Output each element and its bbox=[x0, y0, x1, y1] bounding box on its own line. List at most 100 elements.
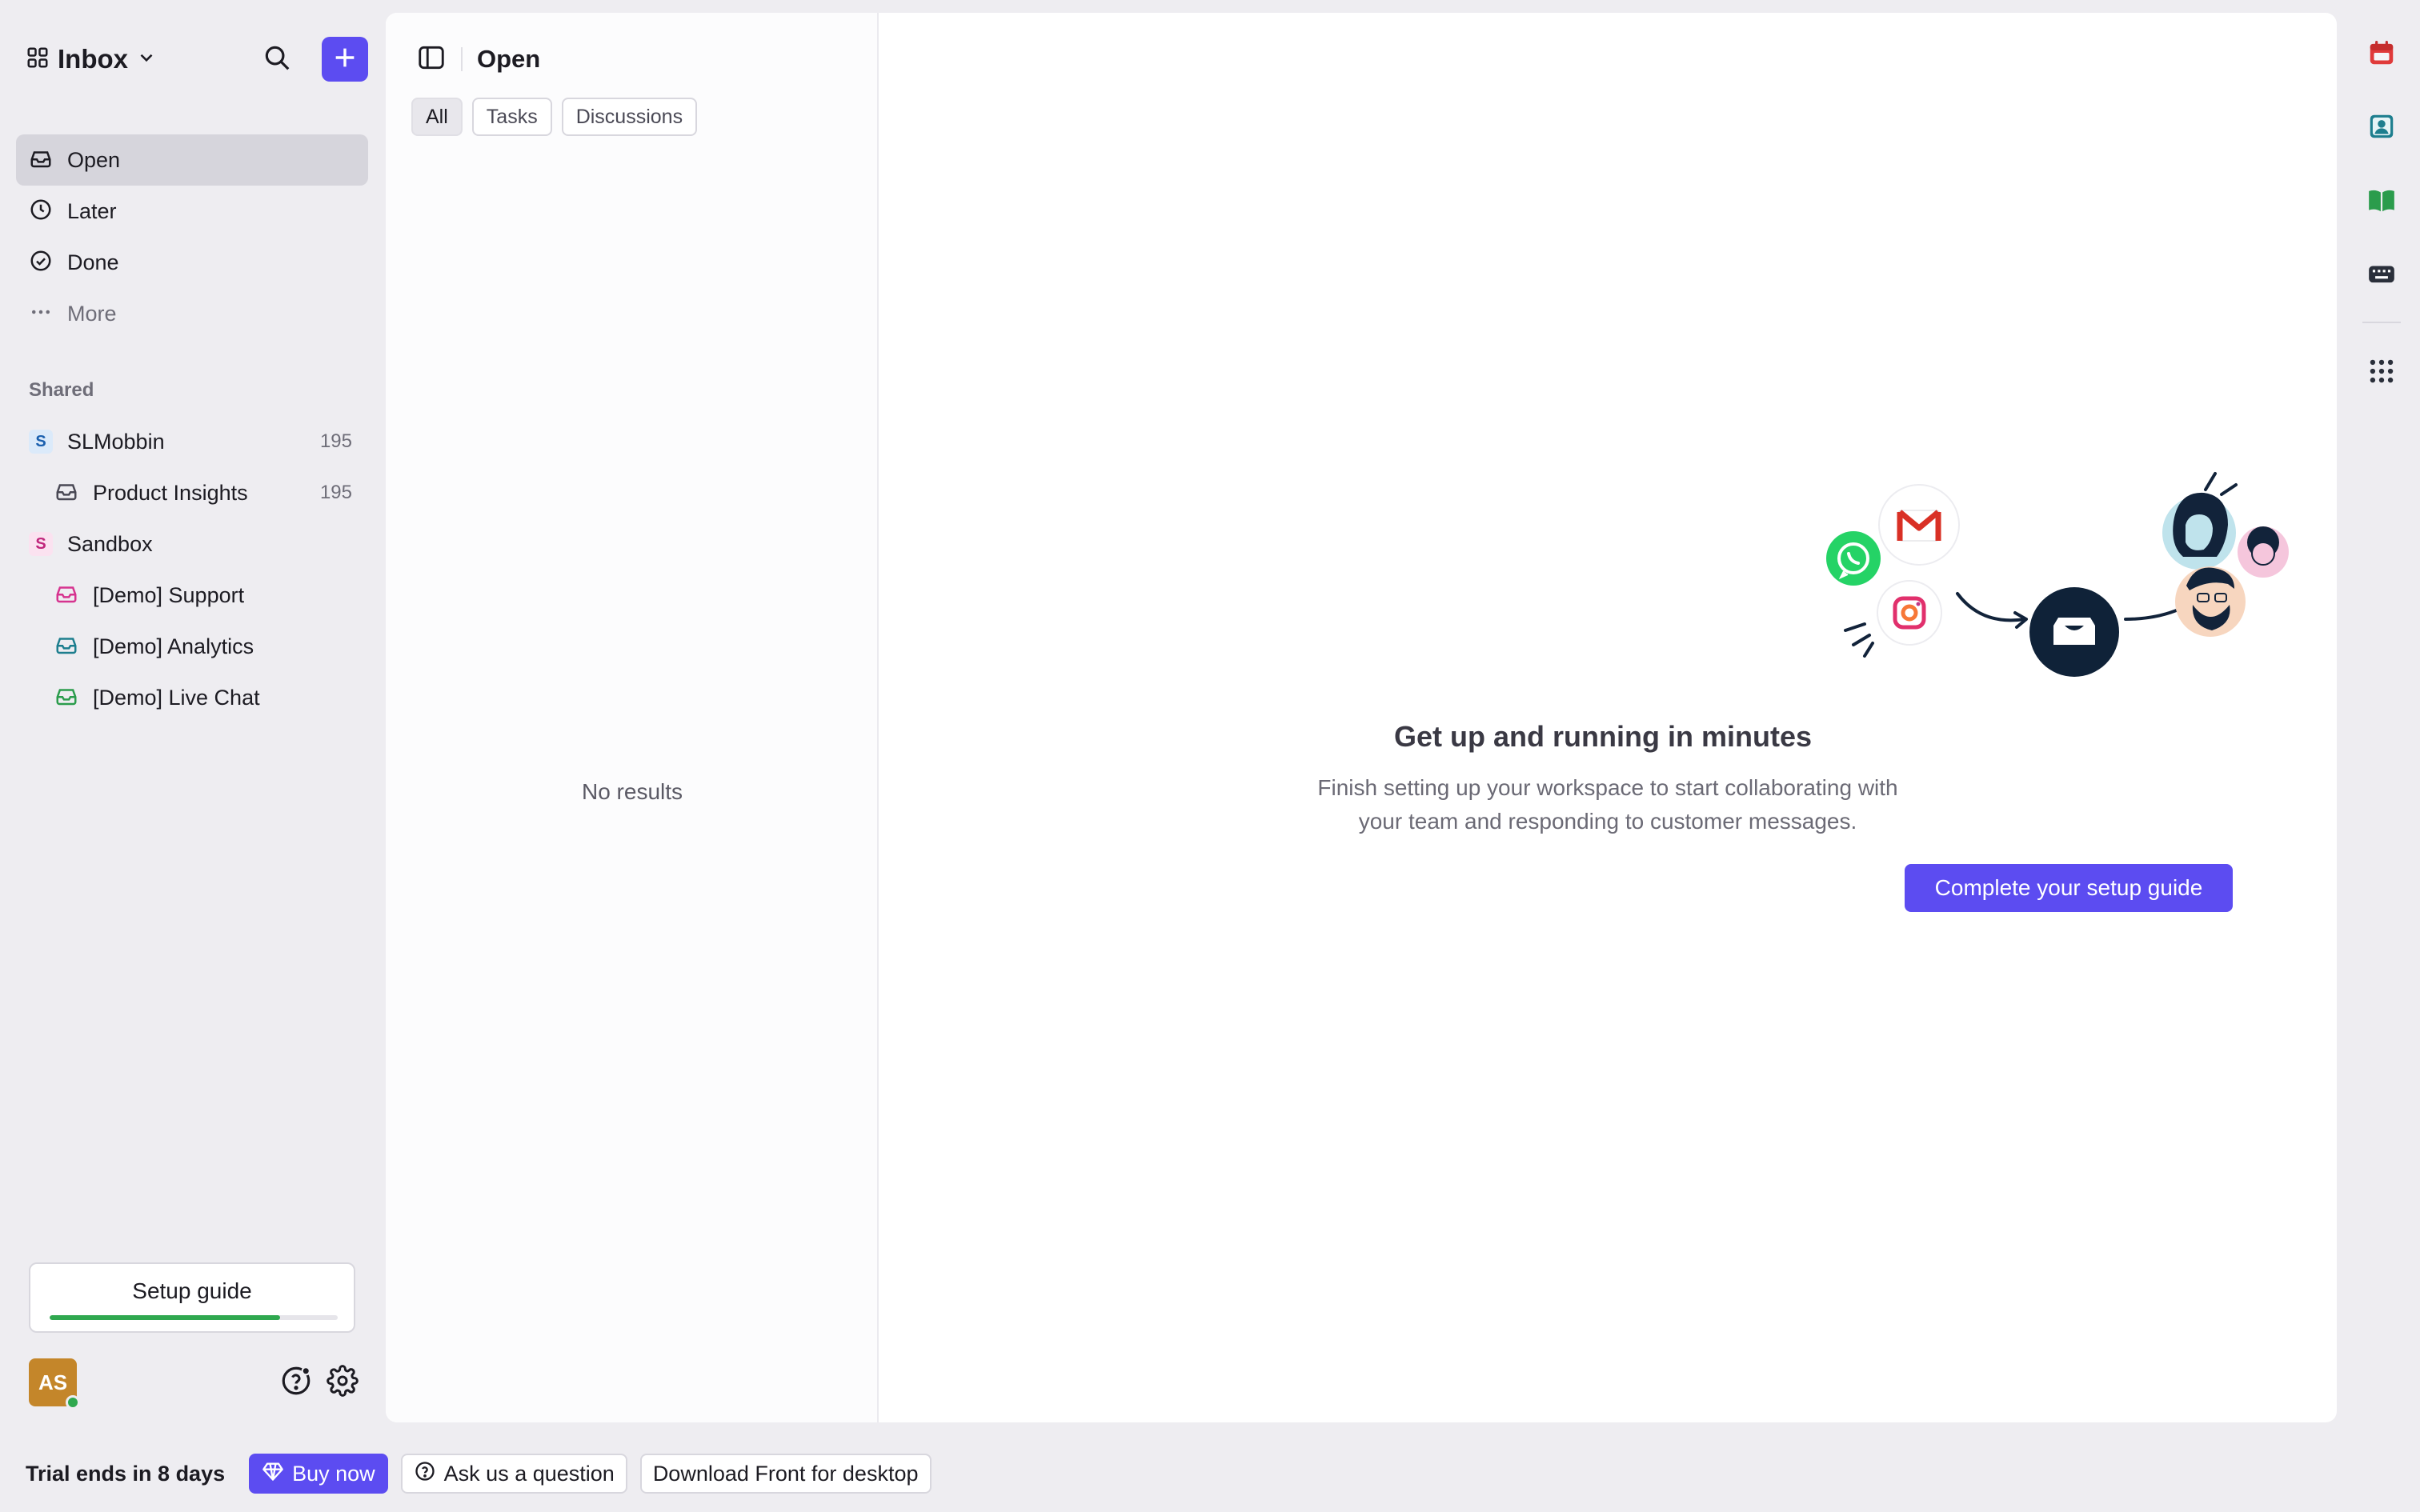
unread-count: 195 bbox=[319, 430, 352, 452]
workspace-badge: S bbox=[29, 532, 53, 556]
filter-tabs: All Tasks Discussions bbox=[411, 98, 698, 136]
sidebar-item-label: Done bbox=[67, 250, 119, 274]
shared-heading: Shared bbox=[29, 379, 94, 401]
setup-guide-card[interactable]: Setup guide bbox=[29, 1262, 355, 1333]
avatar[interactable]: AS bbox=[29, 1358, 80, 1410]
sidebar-item-open[interactable]: Open bbox=[16, 134, 368, 186]
tab-tasks[interactable]: Tasks bbox=[471, 98, 552, 136]
sidebar-header: Inbox bbox=[26, 37, 370, 82]
help-icon bbox=[414, 1460, 436, 1488]
complete-setup-guide-button[interactable]: Complete your setup guide bbox=[1905, 864, 2233, 912]
ellipsis-icon bbox=[29, 300, 53, 328]
whatsapp-icon bbox=[1826, 531, 1881, 586]
search-icon bbox=[262, 42, 292, 77]
settings-button[interactable] bbox=[323, 1363, 362, 1402]
inbox-tray-icon bbox=[54, 582, 78, 610]
toggle-sidebar-button[interactable] bbox=[416, 42, 447, 77]
keyboard-shortcuts-button[interactable] bbox=[2359, 253, 2404, 298]
shared-inboxes: S SLMobbin 195 Product Insights 195 S Sa… bbox=[16, 416, 368, 723]
onboarding-illustration bbox=[1826, 472, 2289, 677]
knowledge-base-button[interactable] bbox=[2359, 179, 2404, 224]
page-title: Open bbox=[477, 45, 541, 73]
person-avatar-2 bbox=[2238, 526, 2289, 578]
compose-button[interactable] bbox=[322, 37, 368, 82]
sidebar-item-label: [Demo] Live Chat bbox=[93, 685, 260, 710]
tab-discussions[interactable]: Discussions bbox=[561, 98, 698, 136]
empty-state-description: Finish setting up your workspace to star… bbox=[879, 771, 2337, 838]
sidebar-item-label: [Demo] Support bbox=[93, 582, 245, 607]
sidebar-item-label: SLMobbin bbox=[67, 429, 165, 454]
plus-icon bbox=[331, 44, 359, 75]
download-desktop-button[interactable]: Download Front for desktop bbox=[639, 1454, 932, 1494]
sidebar-item-demo-analytics[interactable]: [Demo] Analytics bbox=[16, 621, 368, 672]
conversation-list-pane: Open All Tasks Discussions No results bbox=[386, 13, 879, 1422]
apps-grid-icon bbox=[2366, 356, 2397, 390]
online-status-dot bbox=[66, 1395, 80, 1410]
sidebar-item-sandbox[interactable]: S Sandbox bbox=[16, 518, 368, 570]
right-rail bbox=[2359, 32, 2404, 424]
front-logo-icon bbox=[2029, 587, 2119, 677]
sidebar-item-label: Later bbox=[67, 198, 117, 223]
buy-now-button[interactable]: Buy now bbox=[249, 1454, 388, 1494]
book-icon bbox=[2366, 185, 2397, 219]
download-desktop-label: Download Front for desktop bbox=[652, 1461, 919, 1486]
inbox-tray-icon bbox=[54, 684, 78, 712]
sidebar-item-product-insights[interactable]: Product Insights 195 bbox=[16, 467, 368, 518]
list-header: Open bbox=[416, 37, 540, 82]
front-app: Inbox Open Later Done More Shared S SLMo… bbox=[0, 0, 2420, 1512]
inbox-switcher-label: Inbox bbox=[58, 44, 128, 74]
sidebar-item-slmobbin[interactable]: S SLMobbin 195 bbox=[16, 416, 368, 467]
unread-count: 195 bbox=[319, 482, 352, 503]
setup-progress-fill bbox=[50, 1315, 280, 1320]
empty-state-description-line: Finish setting up your workspace to star… bbox=[1317, 775, 1898, 800]
arrow-in-icon bbox=[1956, 592, 2026, 622]
sidebar-item-label: Open bbox=[67, 147, 121, 172]
main-panel: Open All Tasks Discussions No results Ge… bbox=[386, 13, 2337, 1422]
empty-state-description-line: your team and responding to customer mes… bbox=[1358, 809, 1857, 834]
setup-guide-label: Setup guide bbox=[132, 1278, 252, 1303]
buy-now-label: Buy now bbox=[292, 1461, 375, 1486]
inbox-switcher[interactable]: Inbox bbox=[26, 37, 157, 82]
calendar-icon bbox=[2366, 38, 2397, 72]
setup-progress-bar bbox=[50, 1315, 338, 1320]
sidebar-item-more[interactable]: More bbox=[16, 288, 368, 339]
check-circle-icon bbox=[29, 249, 53, 277]
sidebar-toggle-icon bbox=[416, 46, 447, 76]
ask-question-button[interactable]: Ask us a question bbox=[400, 1454, 627, 1494]
inbox-tray-icon bbox=[54, 479, 78, 507]
grid-icon bbox=[26, 46, 50, 74]
sidebar-item-label: Product Insights bbox=[93, 480, 248, 505]
calendar-button[interactable] bbox=[2359, 32, 2404, 77]
sidebar: Inbox Open Later Done More Shared S SLMo… bbox=[0, 0, 383, 1440]
sidebar-item-demo-live-chat[interactable]: [Demo] Live Chat bbox=[16, 672, 368, 723]
clock-icon bbox=[29, 198, 53, 226]
sidebar-item-label: Sandbox bbox=[67, 531, 153, 556]
search-button[interactable] bbox=[254, 37, 299, 82]
avatar-initials: AS bbox=[38, 1370, 68, 1394]
tab-all[interactable]: All bbox=[411, 98, 463, 136]
sidebar-item-later[interactable]: Later bbox=[16, 186, 368, 237]
instagram-icon bbox=[1877, 580, 1942, 646]
contacts-button[interactable] bbox=[2359, 106, 2404, 150]
empty-state-title: Get up and running in minutes bbox=[1394, 720, 1812, 753]
empty-state: Get up and running in minutes Finish set… bbox=[879, 13, 2337, 1422]
sidebar-item-label: More bbox=[67, 301, 117, 326]
sidebar-nav: Open Later Done More bbox=[16, 134, 368, 339]
header-divider bbox=[461, 47, 463, 71]
keyboard-icon bbox=[2366, 258, 2397, 293]
diamond-icon bbox=[262, 1460, 284, 1488]
trial-bar: Trial ends in 8 days Buy now Ask us a qu… bbox=[26, 1453, 932, 1494]
trial-status-text: Trial ends in 8 days bbox=[26, 1461, 226, 1486]
sidebar-item-done[interactable]: Done bbox=[16, 237, 368, 288]
help-button[interactable] bbox=[277, 1363, 315, 1402]
contacts-icon bbox=[2366, 111, 2397, 146]
no-results-text: No results bbox=[581, 779, 683, 804]
gmail-icon bbox=[1878, 484, 1960, 566]
ask-question-label: Ask us a question bbox=[443, 1461, 615, 1486]
help-icon bbox=[279, 1364, 313, 1402]
sidebar-item-demo-support[interactable]: [Demo] Support bbox=[16, 570, 368, 621]
apps-button[interactable] bbox=[2359, 350, 2404, 395]
gear-icon bbox=[327, 1364, 359, 1401]
inbox-tray-icon bbox=[54, 633, 78, 661]
sidebar-item-label: [Demo] Analytics bbox=[93, 634, 254, 658]
